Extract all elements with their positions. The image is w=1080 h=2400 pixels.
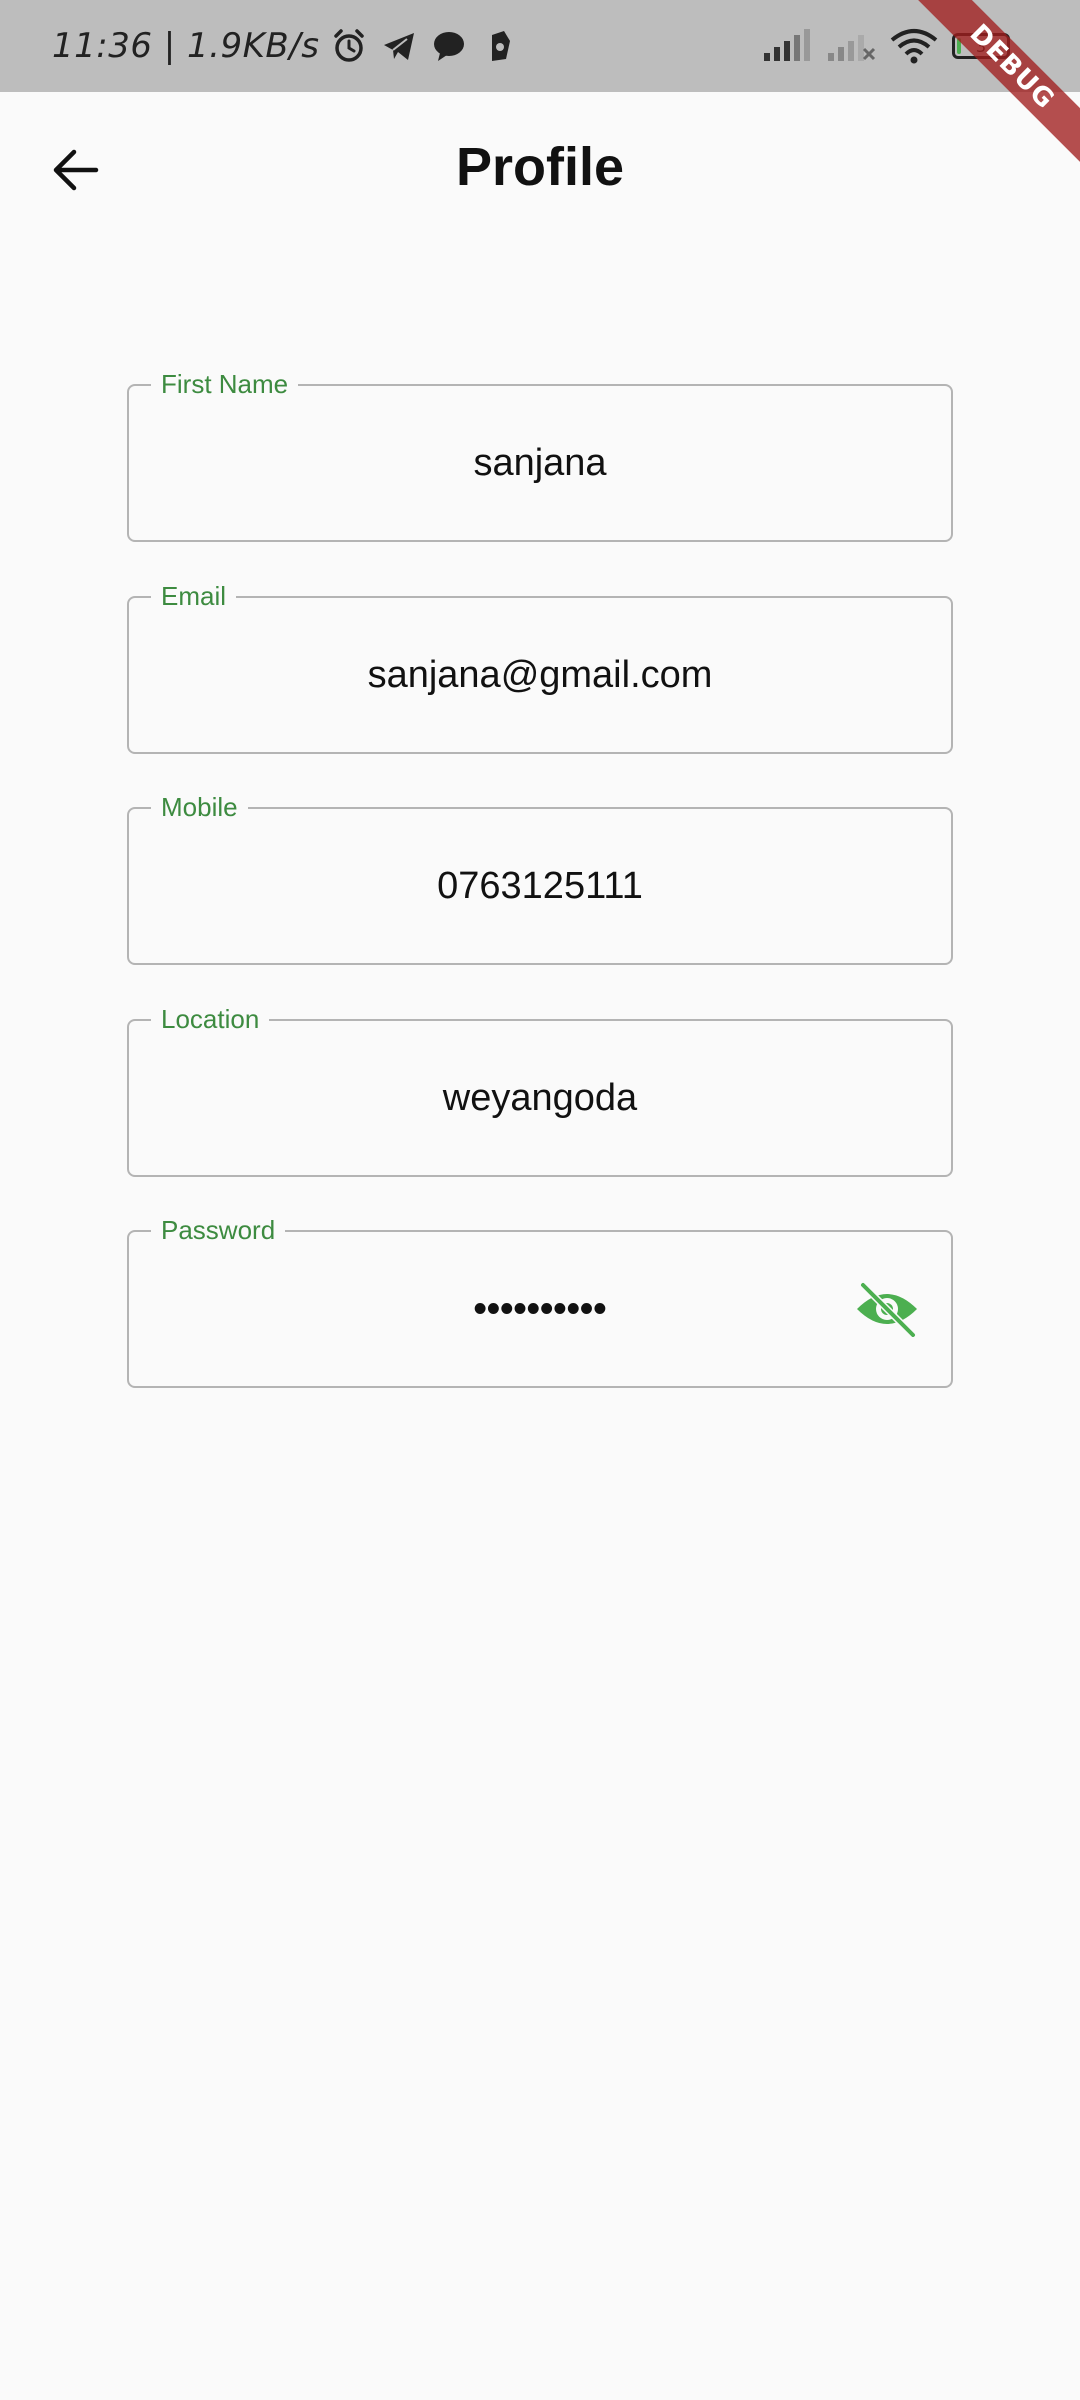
status-time: 11:36 | 1.9KB/s	[52, 26, 320, 66]
chat-icon	[429, 26, 469, 66]
telegram-icon	[379, 26, 419, 66]
password-visibility-toggle[interactable]	[855, 1277, 919, 1341]
visibility-off-icon	[857, 1281, 917, 1337]
app-bar: Profile	[0, 92, 1080, 244]
location-value[interactable]: weyangoda	[129, 1021, 951, 1175]
email-field[interactable]: Email sanjana@gmail.com	[127, 581, 953, 754]
password-value[interactable]: ••••••••••	[129, 1232, 951, 1386]
status-right: 3	[762, 0, 1010, 92]
mobile-field[interactable]: Mobile 0763125111	[127, 792, 953, 965]
alarm-icon	[329, 26, 369, 66]
app-icon	[479, 26, 519, 66]
mobile-value[interactable]: 0763125111	[129, 809, 951, 963]
first-name-field[interactable]: First Name sanjana	[127, 369, 953, 542]
first-name-value[interactable]: sanjana	[129, 386, 951, 540]
location-field[interactable]: Location weyangoda	[127, 1004, 953, 1177]
wifi-icon	[890, 26, 938, 66]
battery-fill	[957, 38, 961, 54]
password-field[interactable]: Password ••••••••••	[127, 1215, 953, 1388]
email-value[interactable]: sanjana@gmail.com	[129, 598, 951, 752]
battery-icon: 3	[952, 33, 1010, 59]
signal-off-icon	[826, 26, 876, 66]
battery-level: 3	[975, 36, 987, 56]
profile-screen: 11:36 | 1.9KB/s 3 DEBUG Profile First Na…	[0, 0, 1080, 2400]
page-title: Profile	[455, 137, 625, 197]
status-left: 11:36 | 1.9KB/s	[52, 0, 519, 92]
status-bar: 11:36 | 1.9KB/s 3	[0, 0, 1080, 92]
signal-icon	[762, 26, 812, 66]
